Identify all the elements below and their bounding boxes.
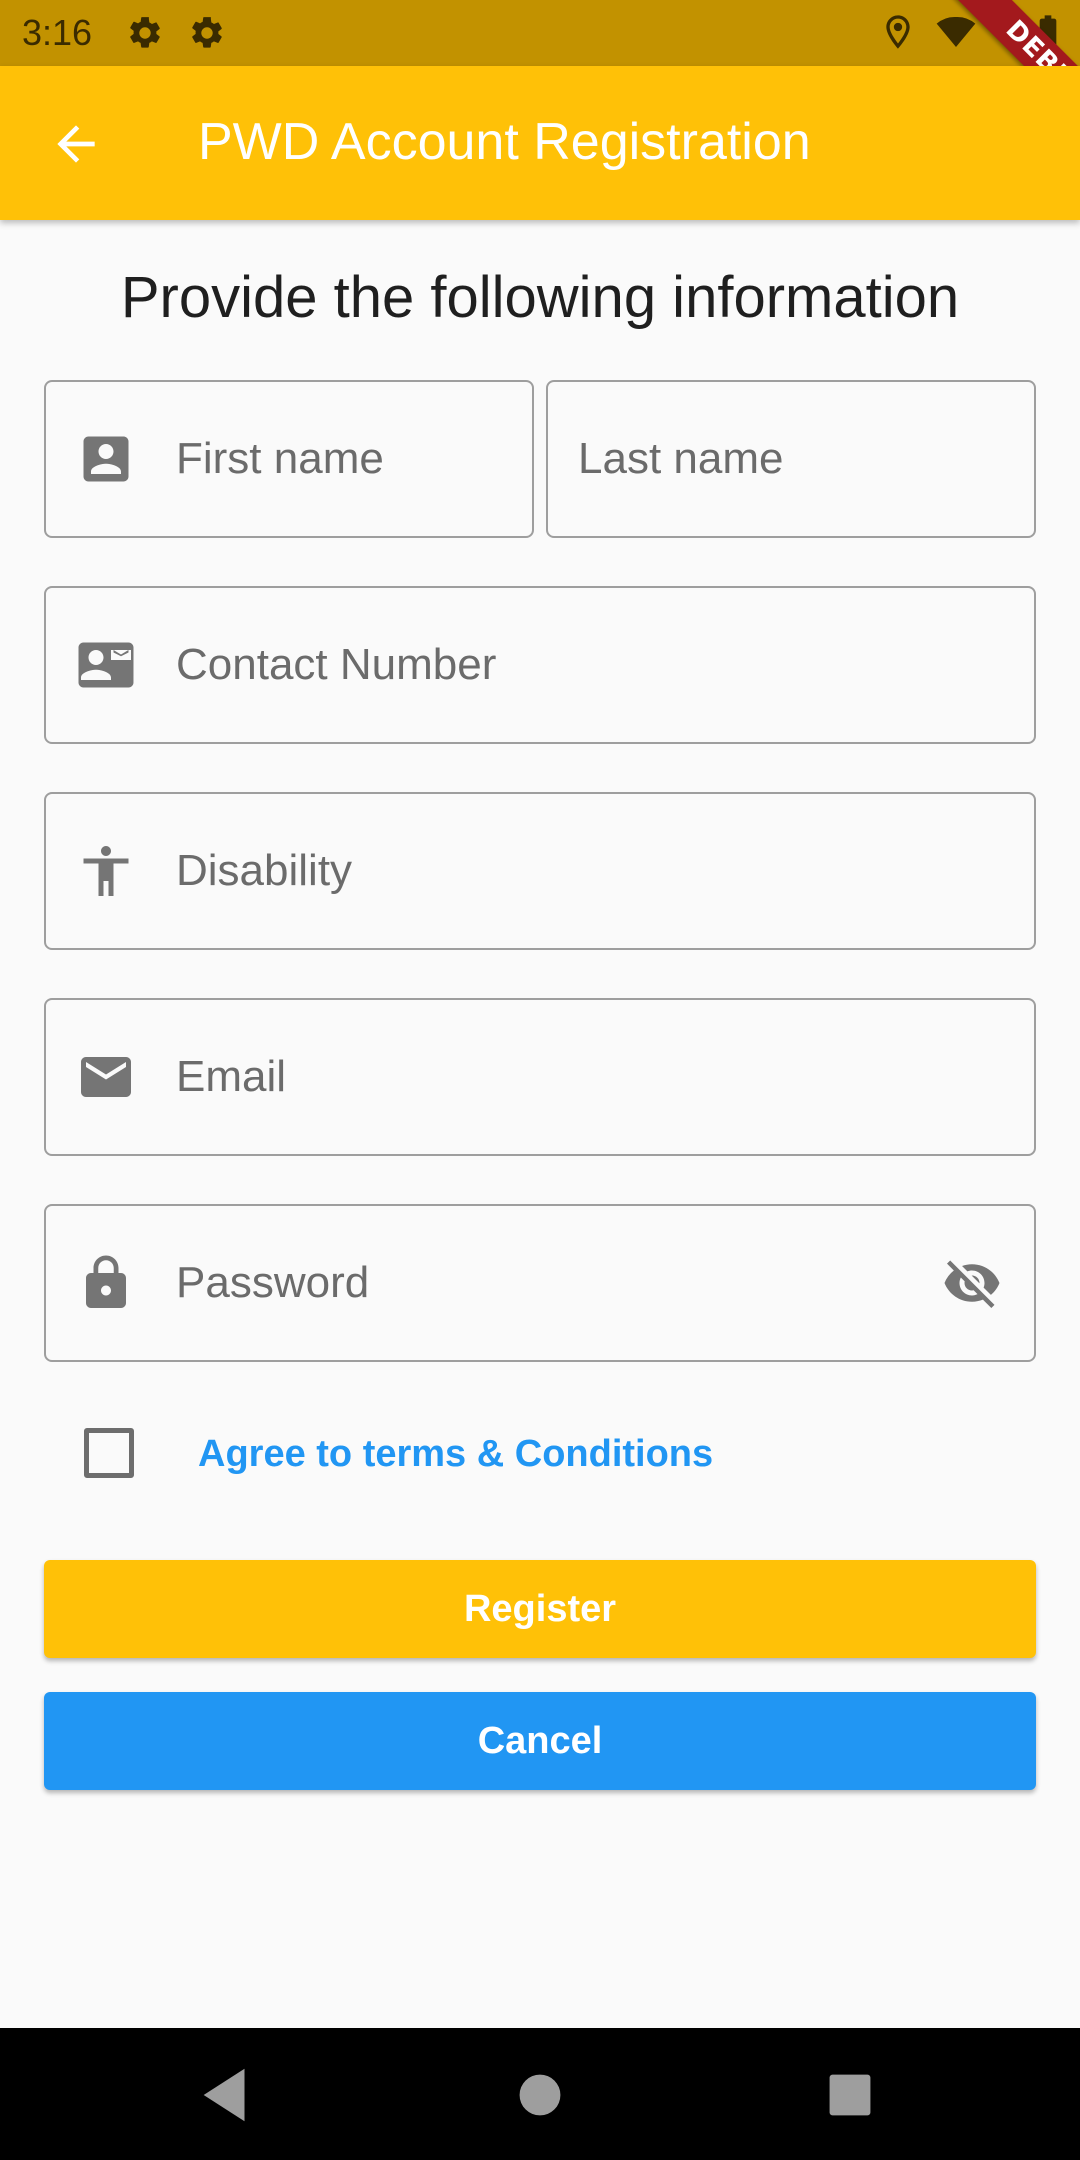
status-time: 3:16 <box>22 12 93 53</box>
first-name-input[interactable] <box>176 382 516 536</box>
email-field[interactable] <box>44 998 1036 1156</box>
accessibility-icon <box>83 846 129 896</box>
visibility-off-icon[interactable] <box>940 1253 1004 1313</box>
system-nav-bar <box>0 2028 1080 2160</box>
app-bar: PWD Account Registration <box>0 66 1080 220</box>
terms-link[interactable]: Agree to terms & Conditions <box>198 1430 713 1478</box>
page-title: PWD Account Registration <box>198 113 811 171</box>
email-icon <box>81 1057 131 1097</box>
register-button[interactable]: Register <box>44 1560 1036 1658</box>
back-button[interactable] <box>36 112 116 176</box>
disability-field[interactable] <box>44 792 1036 950</box>
gear-icon <box>192 17 222 48</box>
status-bar: 3:16 <box>0 0 1080 66</box>
disability-input[interactable] <box>176 794 996 948</box>
last-name-input[interactable] <box>578 382 1018 536</box>
location-icon <box>886 15 910 49</box>
recents-square-icon[interactable] <box>815 2060 885 2130</box>
cancel-button[interactable]: Cancel <box>44 1692 1036 1790</box>
contact-card-icon <box>78 642 134 688</box>
contact-number-input[interactable] <box>176 588 996 742</box>
back-triangle-icon[interactable] <box>192 2060 262 2130</box>
password-input[interactable] <box>176 1206 876 1360</box>
terms-checkbox[interactable] <box>84 1428 134 1478</box>
battery-icon <box>1039 15 1057 49</box>
contact-number-field[interactable] <box>44 586 1036 744</box>
home-circle-icon[interactable] <box>505 2060 575 2130</box>
gear-icon <box>130 17 160 48</box>
lock-icon <box>86 1255 126 1308</box>
wifi-icon <box>936 16 976 47</box>
first-name-field[interactable] <box>44 380 534 538</box>
email-input[interactable] <box>176 1000 996 1154</box>
account-box-icon <box>83 436 129 482</box>
last-name-field[interactable] <box>546 380 1036 538</box>
form-heading: Provide the following information <box>120 265 960 330</box>
password-field[interactable] <box>44 1204 1036 1362</box>
arrow-back-icon <box>57 125 95 163</box>
